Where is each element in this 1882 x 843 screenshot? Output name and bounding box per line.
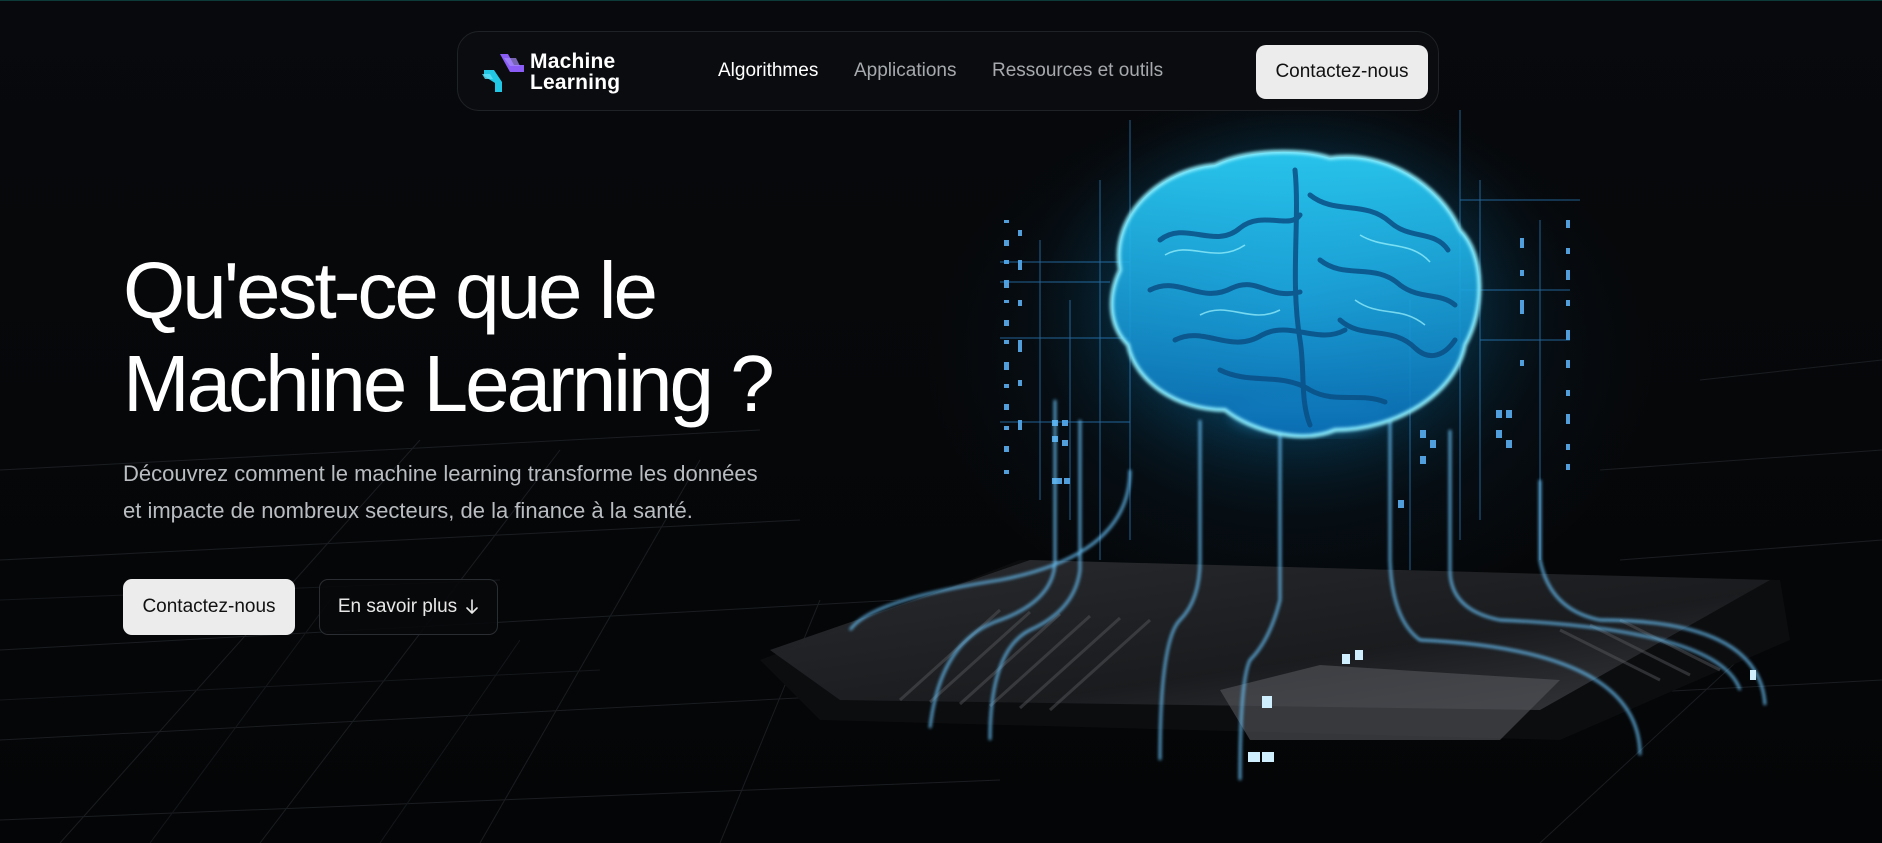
learn-more-label: En savoir plus: [337, 596, 458, 617]
brand-line1: Machine: [530, 50, 616, 73]
nav-link-algorithmes[interactable]: Algorithmes: [718, 60, 818, 82]
nav-link-applications[interactable]: Applications: [854, 60, 956, 82]
hero-subtitle-line2: et impacte de nombreux secteurs, de la f…: [123, 498, 693, 523]
brand-line2: Learning: [530, 71, 621, 94]
hero-title: Qu'est-ce que le Machine Learning ?: [123, 244, 843, 430]
learn-more-button[interactable]: En savoir plus: [319, 579, 498, 635]
hero-section: Machine Learning Algorithmes Application…: [0, 0, 1882, 843]
arrow-down-icon: [466, 599, 478, 614]
hero-subtitle: Découvrez comment le machine learning tr…: [123, 455, 823, 529]
hero-title-line1: Qu'est-ce que le: [123, 246, 658, 335]
nav-contact-button[interactable]: Contactez-nous: [1256, 45, 1428, 99]
hero-contact-button[interactable]: Contactez-nous: [123, 579, 295, 635]
navbar: Machine Learning Algorithmes Application…: [457, 31, 1439, 111]
machine-learning-logo-icon[interactable]: [480, 48, 526, 94]
hero-subtitle-line1: Découvrez comment le machine learning tr…: [123, 461, 758, 486]
brain-icon: [1109, 149, 1482, 439]
brand-name[interactable]: Machine Learning: [530, 51, 620, 93]
nav-link-ressources[interactable]: Ressources et outils: [992, 60, 1163, 82]
hero-title-line2: Machine Learning ?: [123, 339, 775, 428]
